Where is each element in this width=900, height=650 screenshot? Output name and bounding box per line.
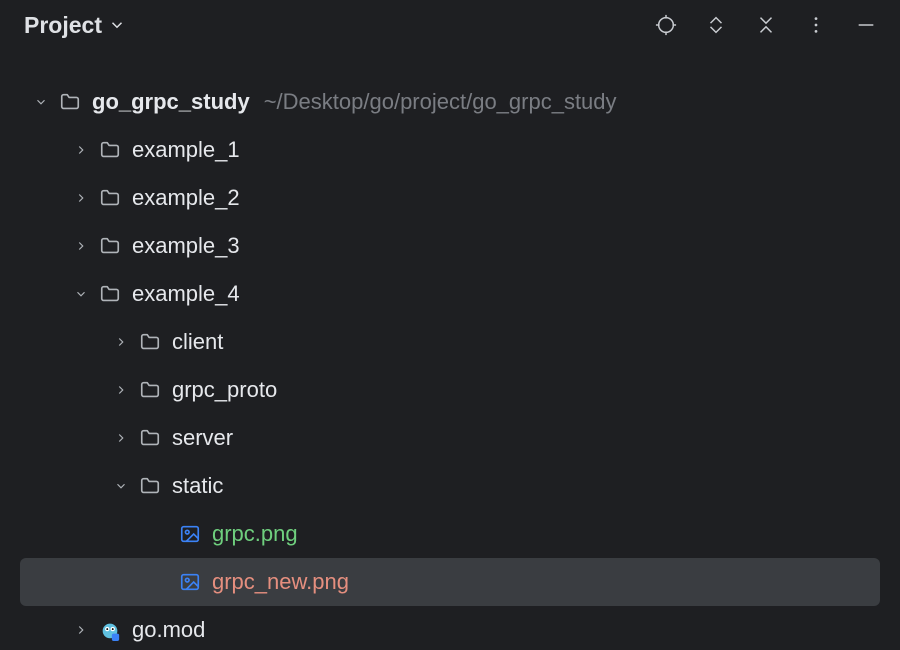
project-view-selector[interactable]: Project [24,12,126,39]
caret-empty [150,571,172,593]
chevron-right-icon[interactable] [70,235,92,257]
folder-icon [98,234,122,258]
node-label: server [172,425,233,451]
chevron-right-icon[interactable] [110,379,132,401]
project-tree[interactable]: go_grpc_study ~/Desktop/go/project/go_gr… [0,54,900,650]
chevron-right-icon[interactable] [70,619,92,641]
project-tool-window: Project go_grpc_st [0,0,900,650]
minimize-icon[interactable] [854,13,878,37]
folder-icon [138,330,162,354]
node-path: ~/Desktop/go/project/go_grpc_study [264,89,617,115]
tree-node-folder[interactable]: server [0,414,900,462]
node-label: go.mod [132,617,205,643]
image-file-icon [178,522,202,546]
more-options-icon[interactable] [804,13,828,37]
tree-node-folder[interactable]: example_2 [0,174,900,222]
image-file-icon [178,570,202,594]
tree-node-folder[interactable]: example_1 [0,126,900,174]
node-label: client [172,329,223,355]
node-label: grpc.png [212,521,298,547]
node-label: grpc_proto [172,377,277,403]
folder-icon [98,186,122,210]
project-title: Project [24,12,102,39]
caret-empty [150,523,172,545]
tree-node-file[interactable]: grpc.png [0,510,900,558]
chevron-right-icon[interactable] [110,331,132,353]
node-label: example_1 [132,137,240,163]
node-label: go_grpc_study [92,89,250,115]
chevron-right-icon[interactable] [110,427,132,449]
chevron-down-icon[interactable] [30,91,52,113]
folder-icon [138,474,162,498]
folder-icon [138,426,162,450]
tree-node-file-selected[interactable]: grpc_new.png [20,558,880,606]
tree-node-root[interactable]: go_grpc_study ~/Desktop/go/project/go_gr… [0,78,900,126]
tree-node-folder[interactable]: grpc_proto [0,366,900,414]
node-label: static [172,473,223,499]
expand-all-icon[interactable] [704,13,728,37]
project-header: Project [0,0,900,54]
node-label: example_2 [132,185,240,211]
collapse-all-icon[interactable] [754,13,778,37]
folder-icon [138,378,162,402]
header-actions [654,13,884,37]
go-gopher-icon [98,618,122,642]
node-label: grpc_new.png [212,569,349,595]
folder-icon [58,90,82,114]
tree-node-folder[interactable]: static [0,462,900,510]
chevron-right-icon[interactable] [70,187,92,209]
chevron-down-icon [108,16,126,34]
folder-icon [98,138,122,162]
tree-node-file[interactable]: go.mod [0,606,900,650]
chevron-right-icon[interactable] [70,139,92,161]
tree-node-folder[interactable]: client [0,318,900,366]
chevron-down-icon[interactable] [110,475,132,497]
locate-icon[interactable] [654,13,678,37]
node-label: example_4 [132,281,240,307]
node-label: example_3 [132,233,240,259]
folder-icon [98,282,122,306]
tree-node-folder[interactable]: example_3 [0,222,900,270]
chevron-down-icon[interactable] [70,283,92,305]
tree-node-folder[interactable]: example_4 [0,270,900,318]
